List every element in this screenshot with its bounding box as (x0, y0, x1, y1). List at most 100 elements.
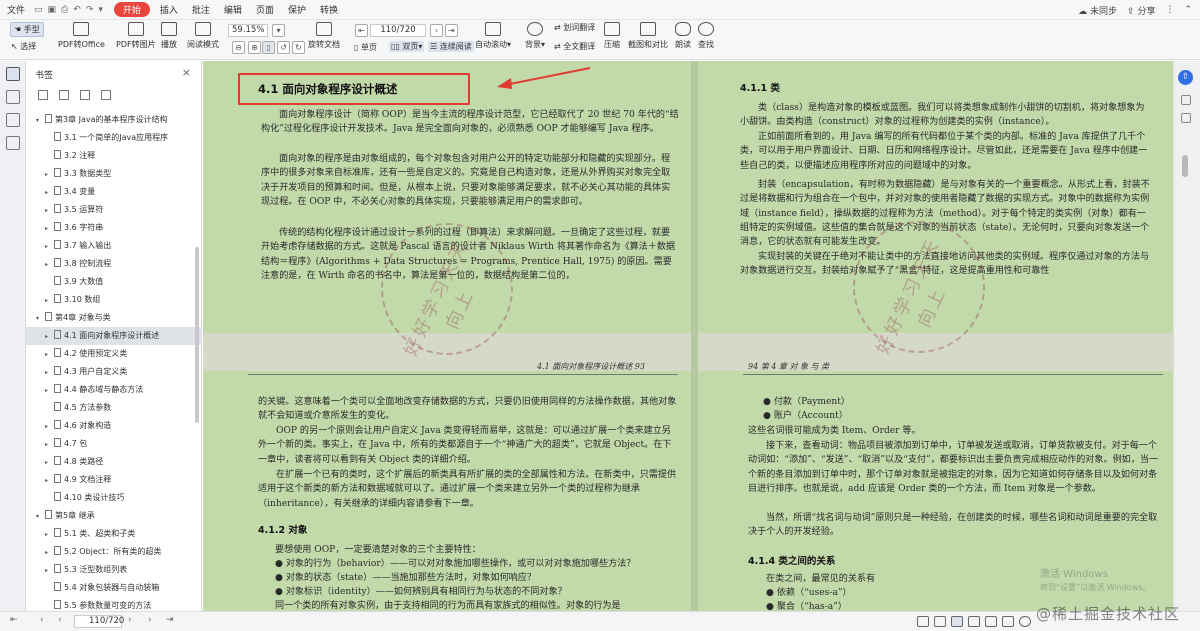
view-mode-icon-1[interactable] (917, 616, 929, 627)
bookmark-item[interactable]: 3.2 注释 (26, 147, 202, 165)
document-view[interactable]: 4.1 面向对象程序设计概述 面向对象程序设计（简称 OOP）是当今主流的程序设… (203, 61, 1173, 611)
share-button[interactable]: ⇪ 分享 (1127, 4, 1155, 17)
bookmark-item[interactable]: 4.5 方法参数 (26, 399, 202, 417)
rotate-doc-button[interactable]: 旋转文档 (308, 20, 340, 50)
expand-arrow-icon[interactable]: ▸ (45, 328, 54, 345)
bookmark-item[interactable]: 4.10 类设计技巧 (26, 489, 202, 507)
background-button[interactable]: 背景▾ (525, 20, 545, 50)
bookmark-item[interactable]: ▸ 3.3 数据类型 (26, 165, 202, 183)
bookmark-item[interactable]: ▸ 3.10 数组 (26, 291, 202, 309)
pdf-to-office-button[interactable]: PDF转Office (58, 20, 105, 50)
back-to-top-icon[interactable]: ⇧ (1178, 70, 1193, 85)
expand-arrow-icon[interactable]: ▸ (45, 382, 54, 399)
select-tool-button[interactable]: ↖ 选择 (11, 41, 36, 53)
first-page-icon[interactable]: ⇤ (355, 24, 368, 37)
bookmark-item[interactable]: ▸ 4.2 使用预定义类 (26, 345, 202, 363)
expand-arrow-icon[interactable]: ▸ (45, 454, 54, 471)
prev-page-nav-icon[interactable]: ‹ (40, 615, 44, 625)
expand-arrow-icon[interactable]: ▸ (45, 184, 54, 201)
bookmark-item[interactable]: ▸ 3.5 运算符 (26, 201, 202, 219)
save-icon[interactable]: ▣ (48, 5, 57, 15)
expand-arrow-icon[interactable]: ▸ (45, 526, 54, 543)
read-mode-button[interactable]: 阅读模式 (187, 20, 219, 50)
bookmark-item[interactable]: ▸ 3.7 输入输出 (26, 237, 202, 255)
undo-icon[interactable]: ↶ (73, 5, 81, 15)
scrollbar-thumb[interactable] (1182, 155, 1188, 177)
tab-page[interactable]: 页面 (249, 3, 281, 16)
vertical-scrollbar[interactable]: ⇧ (1173, 61, 1200, 611)
expand-arrow-icon[interactable]: ▸ (45, 166, 54, 183)
expand-arrow-icon[interactable]: ▸ (45, 472, 54, 489)
bookmark-item[interactable]: 3.9 大数值 (26, 273, 202, 291)
expand-arrow-icon[interactable]: ▸ (45, 436, 54, 453)
expand-arrow-icon[interactable]: ▸ (45, 418, 54, 435)
bookmark-item[interactable]: 3.1 一个简单的Java应用程序 (26, 129, 202, 147)
bookmark-item[interactable]: ▸ 5.1 类、超类和子类 (26, 525, 202, 543)
expand-arrow-icon[interactable]: ▸ (45, 202, 54, 219)
open-icon[interactable]: ▭ (34, 5, 43, 15)
double-page-button[interactable]: ▯▯ 双页▾ (389, 41, 425, 52)
tool-panel-icon[interactable] (1181, 95, 1191, 105)
view-mode-icon-2[interactable] (934, 616, 946, 627)
full-translate-button[interactable]: ⇄ 全文翻译 (554, 41, 595, 52)
bookmark-item[interactable]: ▸ 4.8 类路径 (26, 453, 202, 471)
tab-protect[interactable]: 保护 (281, 3, 313, 16)
bookmark-item[interactable]: ▸ 4.6 对象构造 (26, 417, 202, 435)
sidebar-scrollbar[interactable] (195, 247, 199, 423)
status-page-input[interactable]: 110/720 (74, 615, 124, 628)
zoom-out-icon[interactable]: ⊖ (232, 41, 245, 54)
tab-annotate[interactable]: 批注 (185, 3, 217, 16)
view-mode-icon-5[interactable] (985, 616, 997, 627)
zoom-in-icon[interactable]: ⊕ (248, 41, 261, 54)
next-page-icon[interactable]: › (430, 24, 443, 37)
auto-scroll-button[interactable]: 自动滚动▾ (475, 20, 511, 50)
tab-insert[interactable]: 插入 (153, 3, 185, 16)
expand-arrow-icon[interactable]: ▸ (45, 220, 54, 237)
bookmark-item[interactable]: ▸ 5.3 泛型数组列表 (26, 561, 202, 579)
expand-all-icon[interactable] (59, 90, 69, 100)
expand-arrow-icon[interactable]: ▸ (45, 292, 54, 309)
collapse-arrow-icon[interactable]: ▾ (36, 112, 45, 129)
bookmark-panel-icon[interactable] (5, 67, 20, 81)
compress-button[interactable]: 压缩 (604, 20, 620, 50)
tab-start[interactable]: 开始 (113, 2, 150, 17)
fit-page-icon[interactable]: ▯ (262, 41, 275, 54)
bookmark-item[interactable]: ▸ 4.3 用户自定义类 (26, 363, 202, 381)
find-button[interactable]: 查找 (698, 20, 714, 50)
add-bookmark-icon[interactable] (38, 90, 48, 100)
rotate-left-icon[interactable]: ↺ (277, 41, 290, 54)
bookmark-item[interactable]: ▸ 3.6 字符串 (26, 219, 202, 237)
bookmark-item[interactable]: 5.4 对象包装器与自动装箱 (26, 579, 202, 597)
read-aloud-button[interactable]: 朗读 (675, 20, 691, 50)
collapse-arrow-icon[interactable]: ▾ (36, 310, 45, 327)
bookmark-icon[interactable] (80, 90, 90, 100)
view-mode-icon-3[interactable] (951, 616, 963, 627)
rotate-right-icon[interactable]: ↻ (292, 41, 305, 54)
next-nav-icon[interactable]: › (128, 615, 132, 625)
expand-arrow-icon[interactable]: ▸ (45, 562, 54, 579)
expand-arrow-icon[interactable]: ▸ (45, 238, 54, 255)
prev-nav-icon[interactable]: ‹ (58, 615, 62, 625)
single-page-button[interactable]: ▯ 单页 (354, 42, 377, 53)
page-number-input[interactable]: 110/720 (370, 24, 426, 37)
view-mode-icon-6[interactable] (1002, 616, 1014, 627)
close-icon[interactable]: × (182, 66, 191, 79)
bookmark-chapter[interactable]: ▾ 第5章 继承 (26, 507, 202, 525)
file-menu[interactable]: 文件 (0, 3, 32, 16)
sync-status[interactable]: ☁ 未同步 (1078, 4, 1117, 17)
hand-tool-button[interactable]: ☚ 手型 (10, 22, 44, 37)
last-page-nav-icon[interactable]: ⇥ (166, 615, 174, 625)
collapse-arrow-icon[interactable]: ▾ (36, 508, 45, 525)
expand-arrow-icon[interactable]: ▸ (45, 256, 54, 273)
screenshot-compare-button[interactable]: 截图和对比 (628, 20, 668, 50)
first-page-nav-icon[interactable]: ⇤ (10, 615, 18, 625)
delete-bookmark-icon[interactable] (101, 90, 111, 100)
tool-panel-icon-2[interactable] (1181, 113, 1191, 123)
expand-arrow-icon[interactable]: ▸ (45, 346, 54, 363)
bookmark-item[interactable]: ▸ 4.1 面向对象程序设计概述 (26, 327, 202, 345)
tab-convert[interactable]: 转换 (313, 3, 345, 16)
bookmark-chapter[interactable]: ▾ 第3章 Java的基本程序设计结构 (26, 111, 202, 129)
word-translate-button[interactable]: ⇄ 划词翻译 (554, 22, 595, 33)
annotation-panel-icon[interactable] (5, 136, 20, 150)
zoom-select[interactable]: 59.15% (228, 24, 268, 37)
